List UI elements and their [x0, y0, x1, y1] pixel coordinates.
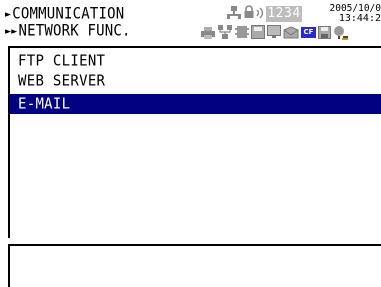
menu-item-email[interactable]: E-MAIL: [10, 94, 381, 114]
memory-icon: [235, 26, 249, 38]
lan-icon: [227, 6, 241, 19]
network-icon: [218, 25, 232, 39]
menu-item-email-label: E-MAIL: [18, 95, 71, 113]
breadcrumb-double-arrow-icon: ►►: [5, 25, 18, 38]
printer-icon: [201, 27, 215, 39]
date-time-display: 2005/10/0 13:44:2: [318, 4, 381, 44]
cf-card-icon: CF: [301, 27, 316, 38]
disk-icon: [251, 25, 265, 39]
lock-icon: [244, 5, 254, 18]
email-icon: [283, 26, 299, 39]
message-box: [8, 244, 381, 287]
menu-item-ftp-client[interactable]: FTP CLIENT: [18, 50, 105, 72]
menu-item-web-server[interactable]: WEB SERVER: [18, 70, 105, 92]
status-header: ►COMMUNICATION ►►NETWORK FUNC. 1234 CF 2…: [0, 0, 381, 46]
breadcrumb-label-2: NETWORK FUNC.: [18, 22, 131, 40]
time-text: 13:44:2: [338, 13, 381, 24]
network-function-menu: FTP CLIENT WEB SERVER E-MAIL: [8, 46, 381, 238]
breadcrumb-label-1: COMMUNICATION: [12, 5, 125, 23]
device-screen: ►COMMUNICATION ►►NETWORK FUNC. 1234 CF 2…: [0, 0, 381, 287]
breadcrumb-level2: ►►NETWORK FUNC.: [5, 22, 131, 41]
display-icon: [267, 25, 281, 38]
counter-display: 1234: [266, 6, 302, 22]
